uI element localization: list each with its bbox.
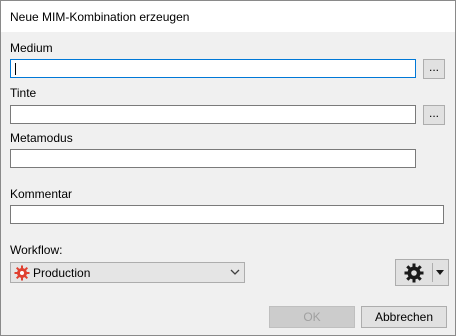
tinte-label: Tinte bbox=[10, 86, 37, 100]
workflow-selected-value: Production bbox=[33, 266, 91, 280]
kommentar-input[interactable] bbox=[10, 205, 444, 224]
dropdown-arrow-icon[interactable] bbox=[436, 270, 444, 275]
dialog: Neue MIM-Kombination erzeugen Medium ...… bbox=[0, 0, 456, 336]
kommentar-label: Kommentar bbox=[10, 187, 73, 201]
settings-menu-button[interactable] bbox=[395, 259, 449, 286]
title-bar: Neue MIM-Kombination erzeugen bbox=[1, 1, 455, 32]
medium-label: Medium bbox=[10, 41, 53, 55]
workflow-select[interactable]: Production bbox=[10, 262, 245, 283]
chevron-down-icon bbox=[230, 269, 240, 275]
tinte-browse-button[interactable]: ... bbox=[423, 105, 445, 125]
tinte-input[interactable] bbox=[10, 105, 416, 124]
ok-button[interactable]: OK bbox=[269, 306, 355, 328]
cancel-button[interactable]: Abbrechen bbox=[361, 306, 447, 328]
gear-icon bbox=[14, 265, 30, 281]
medium-input[interactable] bbox=[10, 59, 416, 78]
dialog-title: Neue MIM-Kombination erzeugen bbox=[10, 10, 190, 24]
medium-browse-button[interactable]: ... bbox=[423, 59, 445, 79]
gear-icon bbox=[404, 263, 424, 283]
divider bbox=[432, 263, 433, 282]
metamodus-label: Metamodus bbox=[10, 131, 73, 145]
workflow-label: Workflow: bbox=[10, 243, 63, 257]
metamodus-input[interactable] bbox=[10, 149, 416, 168]
text-caret bbox=[15, 63, 16, 75]
